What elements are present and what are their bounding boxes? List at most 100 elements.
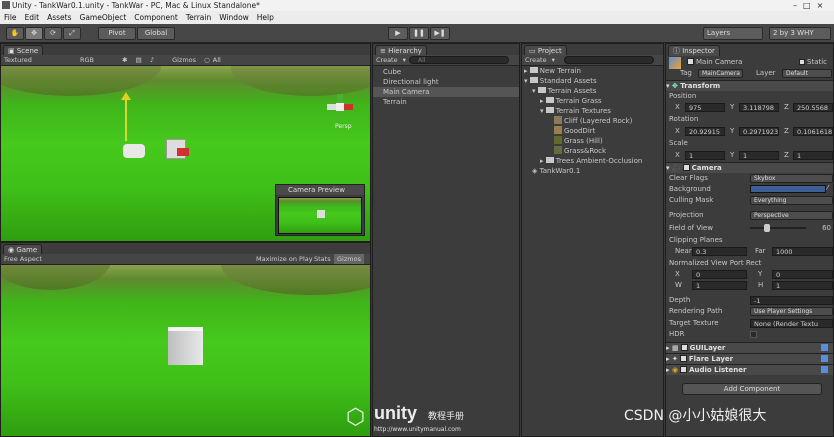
checkbox-icon[interactable] bbox=[679, 355, 687, 362]
step-icon[interactable]: ▶❚ bbox=[430, 27, 450, 40]
near-field[interactable]: 0.3 bbox=[692, 247, 747, 256]
layer-dropdown[interactable]: Default bbox=[782, 69, 832, 78]
rotation-x-field[interactable]: 20.92915 bbox=[685, 127, 725, 136]
rgb-dropdown[interactable]: RGB bbox=[77, 56, 97, 64]
background-color-swatch[interactable] bbox=[750, 185, 826, 193]
stats-toggle[interactable]: Stats bbox=[311, 254, 334, 264]
game-gizmos-toggle[interactable]: Gizmos bbox=[334, 254, 364, 264]
menu-edit[interactable]: Edit bbox=[21, 13, 44, 22]
audio-listener-header[interactable]: ▸ ◉ Audio Listener bbox=[666, 364, 833, 375]
project-item-trees[interactable]: ▸ Trees Ambient-Occlusion bbox=[522, 156, 663, 166]
help-icon[interactable] bbox=[821, 344, 828, 351]
menu-component[interactable]: Component bbox=[130, 13, 182, 22]
project-item-gooddirt[interactable]: GoodDirt bbox=[522, 126, 663, 136]
project-item-terrain-assets[interactable]: ▾ Terrain Assets bbox=[522, 86, 663, 96]
hierarchy-item-directional-light[interactable]: Directional light bbox=[373, 77, 519, 87]
pause-icon[interactable]: ❚❚ bbox=[409, 27, 429, 40]
hierarchy-item-cube[interactable]: Cube bbox=[373, 67, 519, 77]
menu-file[interactable]: File bbox=[0, 13, 21, 22]
position-x-field[interactable]: 975 bbox=[685, 103, 725, 112]
project-item-scene-file[interactable]: ◈ TankWar0.1 bbox=[522, 166, 663, 176]
y-axis-gizmo[interactable] bbox=[125, 96, 127, 141]
menu-assets[interactable]: Assets bbox=[43, 13, 75, 22]
help-icon[interactable] bbox=[821, 355, 828, 362]
menu-help[interactable]: Help bbox=[253, 13, 278, 22]
guilayer-header[interactable]: ▸ ▦ GUILayer bbox=[666, 342, 833, 353]
shading-mode-dropdown[interactable]: Textured bbox=[1, 56, 35, 64]
checkbox-icon[interactable] bbox=[680, 344, 688, 351]
tag-dropdown[interactable]: MainCamera bbox=[698, 69, 743, 78]
project-item-terrain-textures[interactable]: ▾ Terrain Textures bbox=[522, 106, 663, 116]
tab-inspector[interactable]: ⓘ Inspector bbox=[668, 45, 720, 56]
scale-y-field[interactable]: 1 bbox=[739, 151, 779, 160]
hdr-checkbox[interactable] bbox=[750, 331, 757, 338]
active-toggle[interactable]: Main Camera bbox=[685, 57, 742, 67]
global-toggle[interactable]: Global bbox=[137, 27, 175, 40]
project-item-standard-assets[interactable]: ▾ Standard Assets bbox=[522, 76, 663, 86]
scene-orientation-gizmo[interactable] bbox=[327, 94, 353, 120]
clear-flags-dropdown[interactable]: Skybox bbox=[750, 174, 833, 183]
scene-gizmos-dropdown[interactable]: Gizmos bbox=[169, 56, 199, 64]
flare-layer-header[interactable]: ▸ ✦ Flare Layer bbox=[666, 353, 833, 364]
fov-slider-track[interactable] bbox=[750, 227, 806, 229]
layout-dropdown[interactable]: 2 by 3 WHY bbox=[769, 27, 831, 40]
project-search[interactable] bbox=[564, 56, 654, 64]
culling-mask-dropdown[interactable]: Everything bbox=[750, 196, 833, 205]
menu-terrain[interactable]: Terrain bbox=[182, 13, 215, 22]
rotation-y-field[interactable]: 0.2971923 bbox=[739, 127, 779, 136]
maximize-icon[interactable]: □ bbox=[800, 1, 814, 10]
help-icon[interactable] bbox=[821, 366, 828, 373]
hierarchy-item-main-camera[interactable]: Main Camera bbox=[373, 87, 519, 97]
play-icon[interactable]: ▶ bbox=[388, 27, 408, 40]
viewport-x-field[interactable]: 0 bbox=[692, 270, 747, 279]
rendering-path-dropdown[interactable]: Use Player Settings bbox=[750, 307, 833, 316]
maximize-on-play-toggle[interactable]: Maximize on Play bbox=[253, 254, 316, 264]
hierarchy-create-dropdown[interactable]: Create bbox=[373, 56, 401, 64]
checkbox-icon[interactable] bbox=[680, 366, 688, 373]
position-y-field[interactable]: 3.118798 bbox=[739, 103, 779, 112]
rotation-z-field[interactable]: 0.1061618 bbox=[793, 127, 833, 136]
project-item-new-terrain[interactable]: ▸ New Terrain bbox=[522, 66, 663, 76]
hand-tool-icon[interactable]: ✋ bbox=[6, 27, 24, 40]
scale-x-field[interactable]: 1 bbox=[685, 151, 725, 160]
object-name[interactable]: Main Camera bbox=[696, 58, 742, 66]
fov-slider-handle[interactable] bbox=[764, 224, 770, 232]
project-item-cliff[interactable]: Cliff (Layered Rock) bbox=[522, 116, 663, 126]
layers-dropdown[interactable]: Layers bbox=[703, 27, 763, 40]
target-texture-field[interactable]: None (Render Textu bbox=[750, 319, 833, 328]
position-z-field[interactable]: 250.5568 bbox=[793, 103, 833, 112]
viewport-w-field[interactable]: 1 bbox=[692, 281, 747, 290]
hierarchy-item-terrain[interactable]: Terrain bbox=[373, 97, 519, 107]
project-create-dropdown[interactable]: Create bbox=[522, 56, 550, 64]
static-toggle[interactable]: Static bbox=[797, 57, 827, 67]
hierarchy-search[interactable]: All bbox=[409, 56, 509, 64]
transform-header[interactable]: ▾ ✥ Transform bbox=[666, 80, 833, 91]
far-field[interactable]: 1000 bbox=[772, 247, 833, 256]
fov-value[interactable]: 60 bbox=[808, 223, 833, 233]
scale-z-field[interactable]: 1 bbox=[793, 151, 833, 160]
audio-toggle-icon[interactable]: ♪ bbox=[147, 56, 157, 64]
close-icon[interactable]: × bbox=[814, 1, 827, 10]
scene-viewport[interactable]: Persp Camera Preview bbox=[1, 66, 370, 241]
menu-gameobject[interactable]: GameObject bbox=[76, 13, 131, 22]
scale-tool-icon[interactable]: ⤢ bbox=[63, 27, 81, 40]
eyedropper-icon[interactable]: ⁄ bbox=[827, 184, 828, 192]
pivot-toggle[interactable]: Pivot bbox=[98, 27, 136, 40]
project-item-terrain-grass[interactable]: ▸ Terrain Grass bbox=[522, 96, 663, 106]
projection-dropdown[interactable]: Perspective bbox=[750, 211, 833, 220]
scene-search[interactable]: ○ All bbox=[201, 56, 227, 64]
light-toggle-icon[interactable]: ✱ bbox=[119, 56, 130, 64]
game-viewport[interactable] bbox=[1, 265, 370, 436]
depth-field[interactable]: -1 bbox=[750, 296, 833, 305]
viewport-h-field[interactable]: 1 bbox=[772, 281, 833, 290]
project-item-grass-rock[interactable]: Grass&Rock bbox=[522, 146, 663, 156]
camera-header[interactable]: ▾ 🎥 Camera bbox=[666, 162, 833, 173]
minimize-icon[interactable]: – bbox=[790, 1, 800, 10]
rotate-tool-icon[interactable]: ⟳ bbox=[44, 27, 62, 40]
menu-window[interactable]: Window bbox=[215, 13, 253, 22]
aspect-dropdown[interactable]: Free Aspect bbox=[1, 255, 45, 263]
viewport-y-field[interactable]: 0 bbox=[772, 270, 833, 279]
fx-toggle-icon[interactable]: ▤ bbox=[133, 56, 145, 64]
project-item-grass-hill[interactable]: Grass (Hill) bbox=[522, 136, 663, 146]
camera-gizmo-icon[interactable] bbox=[123, 144, 145, 158]
